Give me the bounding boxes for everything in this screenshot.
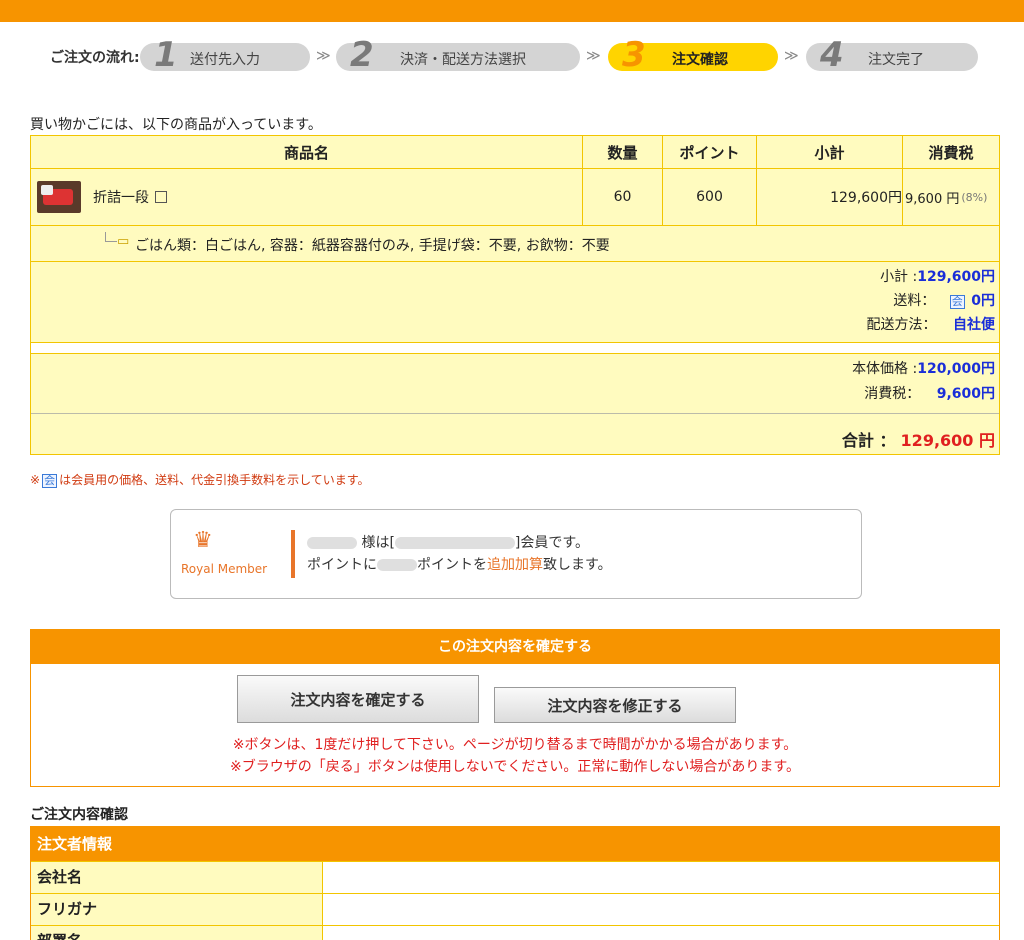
customer-info-header: 注文者情報 <box>31 827 999 861</box>
step-2: 2 決済・配送方法選択 <box>336 35 580 75</box>
info-row-company: 会社名 <box>31 861 999 893</box>
step-label: 送付先入力 <box>190 52 260 68</box>
step-arrow-icon: ≫ <box>586 48 601 64</box>
customer-info-table: 注文者情報 会社名 フリガナ 部署名 <box>30 826 1000 940</box>
masked-points <box>377 559 417 571</box>
totals-base: 本体価格 :120,000円 <box>852 361 995 377</box>
step-number: 3 <box>622 35 646 75</box>
item-qty: 60 <box>583 169 663 225</box>
tree-branch-icon <box>105 232 117 242</box>
col-header-qty: 数量 <box>583 136 663 168</box>
summary-subtotal: 小計 :129,600円 <box>880 269 995 285</box>
masked-rank <box>394 537 515 549</box>
col-header-point: ポイント <box>663 136 757 168</box>
member-divider <box>291 530 295 578</box>
order-steps: ご注文の流れ: 1 送付先入力 ≫ 2 決済・配送方法選択 ≫ 3 注文確認 ≫… <box>0 35 1024 78</box>
external-link-icon[interactable] <box>155 191 167 203</box>
info-row-department: 部署名 <box>31 925 999 940</box>
cart-intro-text: 買い物かごには、以下の商品が入っています。 <box>30 117 322 133</box>
crown-icon: ♛ <box>193 528 213 553</box>
order-review-title: ご注文内容確認 <box>30 807 128 823</box>
step-arrow-icon: ≫ <box>784 48 799 64</box>
cart-item-row: 折詰一段 60 600 129,600円 9,600 円 (8%) <box>31 169 999 226</box>
step-3-current: 3 注文確認 <box>608 35 778 75</box>
step-label: 決済・配送方法選択 <box>400 52 526 68</box>
item-tax-cell: 9,600 円 (8%) <box>903 169 999 225</box>
cart-summary: 小計 :129,600円 送料： 会 0円 配送方法： 自社便 <box>31 262 999 342</box>
item-name-link[interactable]: 折詰一段 <box>93 187 149 207</box>
summary-method: 配送方法： 自社便 <box>866 317 995 333</box>
warning-text-1: ※ボタンは、1度だけ押して下さい。ページが切り替るまで時間がかかる場合があります… <box>232 737 798 753</box>
col-header-subtotal: 小計 <box>757 136 903 168</box>
confirm-panel-title: この注文内容を確定する <box>31 630 999 664</box>
modify-order-button[interactable]: 注文内容を修正する <box>494 687 736 723</box>
product-thumbnail[interactable] <box>37 181 81 213</box>
step-label: 注文完了 <box>868 52 924 68</box>
folder-icon: ▭ <box>117 234 130 249</box>
cart-totals: 本体価格 :120,000円 消費税： 9,600円 <box>31 354 999 414</box>
col-header-tax: 消費税 <box>928 143 974 162</box>
step-1: 1 送付先入力 <box>140 35 310 75</box>
cart-grand-total: 合計 ： 129,600 円 <box>31 415 999 455</box>
member-info-box: ♛ Royal Member 様は[]会員です。 ポイントに ポイントを追加加算致… <box>170 509 862 599</box>
item-point: 600 <box>663 169 757 225</box>
col-header-name: 商品名 <box>31 136 583 168</box>
step-4: 4 注文完了 <box>806 35 978 75</box>
totals-tax: 消費税： 9,600円 <box>864 386 995 402</box>
confirm-order-panel: この注文内容を確定する 注文内容を確定する 注文内容を修正する ※ボタンは、1度… <box>30 629 1000 787</box>
royal-member-badge: Royal Member <box>181 562 268 576</box>
step-number: 1 <box>154 35 178 75</box>
item-tax-rate: (8%) <box>961 190 988 204</box>
masked-name <box>307 537 357 549</box>
step-number: 2 <box>350 35 374 75</box>
grand-total: 合計 ： 129,600 円 <box>841 431 995 450</box>
item-tax: 9,600 円 <box>905 191 960 207</box>
cart-spacer <box>31 342 999 354</box>
steps-label: ご注文の流れ: <box>50 50 140 66</box>
info-row-furigana: フリガナ <box>31 893 999 925</box>
cart-table: 商品名 数量 ポイント 小計 消費税 折詰一段 60 600 129,600円 … <box>30 135 1000 455</box>
member-price-note: ※ 会は会員用の価格、送料、代金引換手数料を示しています。 <box>30 473 370 488</box>
step-number: 4 <box>820 35 844 75</box>
step-label: 注文確認 <box>672 52 728 68</box>
step-arrow-icon: ≫ <box>316 48 331 64</box>
member-points-line: ポイントに ポイントを追加加算致します。 <box>307 557 612 573</box>
member-badge-icon: 会 <box>949 295 965 309</box>
member-status-line: 様は[]会員です。 <box>307 532 589 552</box>
item-subtotal: 129,600円 <box>757 169 903 225</box>
item-options-text: ごはん類：白ごはん, 容器：紙器容器付のみ, 手提げ袋：不要, お飲物：不要 <box>135 238 610 254</box>
item-name-cell: 折詰一段 <box>31 169 583 225</box>
item-options-row: ▭ ごはん類：白ごはん, 容器：紙器容器付のみ, 手提げ袋：不要, お飲物：不要 <box>31 226 999 262</box>
top-accent-bar <box>0 0 1024 22</box>
confirm-order-button[interactable]: 注文内容を確定する <box>237 675 479 723</box>
summary-shipping: 送料： 会 0円 <box>893 293 995 309</box>
member-badge-icon: 会 <box>42 474 58 488</box>
cart-header-row: 商品名 数量 ポイント 小計 消費税 <box>31 136 999 169</box>
warning-text-2: ※ブラウザの「戻る」ボタンは使用しないでください。正常に動作しない場合があります… <box>230 759 800 775</box>
